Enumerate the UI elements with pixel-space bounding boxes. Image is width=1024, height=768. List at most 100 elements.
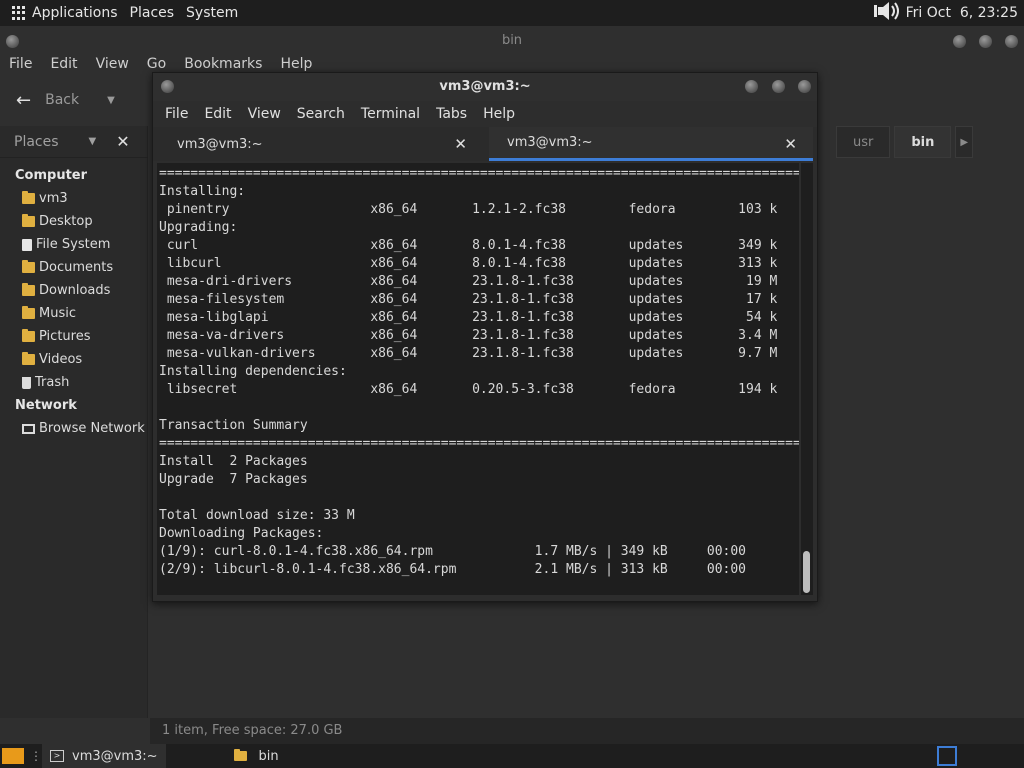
sidebar-item-browse-network[interactable]: Browse Network <box>0 417 148 440</box>
term-menu-help[interactable]: Help <box>475 106 523 122</box>
terminal-line: Installing: <box>159 184 246 199</box>
top-panel: Applications Places System Fri Oct 6, 23… <box>0 0 1024 26</box>
network-section-header: Network <box>15 398 77 413</box>
terminal-window: vm3@vm3:~ File Edit View Search Terminal… <box>152 72 818 602</box>
terminal-maximize-button[interactable] <box>772 80 785 93</box>
folder-icon <box>22 352 35 365</box>
terminal-line: Upgrading: <box>159 220 238 235</box>
folder-icon <box>22 306 35 319</box>
file-manager-title: bin <box>501 33 523 48</box>
fm-menu-view[interactable]: View <box>87 56 138 78</box>
terminal-line: libcurl x86_64 8.0.1-4.fc38 updates 313 … <box>159 256 778 271</box>
terminal-tab-1[interactable]: vm3@vm3:~ ✕ <box>159 127 483 161</box>
sidebar-item-label: Music <box>39 306 76 321</box>
terminal-line: ========================================… <box>159 166 799 181</box>
drive-icon <box>22 238 32 251</box>
terminal-line: ========================================… <box>159 436 799 451</box>
terminal-titlebar[interactable]: vm3@vm3:~ <box>153 73 817 101</box>
fm-menu-file[interactable]: File <box>0 56 41 78</box>
sidebar-item-label: Trash <box>35 375 70 390</box>
sidebar-item-label: Downloads <box>39 283 111 298</box>
workspace-switcher[interactable] <box>937 746 957 766</box>
sidebar-item-desktop[interactable]: Desktop <box>0 210 148 233</box>
back-arrow-icon[interactable]: ← <box>16 90 31 111</box>
terminal-line: libsecret x86_64 0.20.5-3.fc38 fedora 19… <box>159 382 778 397</box>
sidebar-item-label: File System <box>36 237 111 252</box>
show-desktop-icon[interactable] <box>2 748 24 764</box>
folder-icon <box>233 749 247 761</box>
clock[interactable]: Fri Oct 6, 23:25 <box>906 5 1018 21</box>
terminal-line: Transaction Summary <box>159 418 308 433</box>
minimize-button[interactable] <box>953 35 966 48</box>
terminal-line: Install 2 Packages <box>159 454 308 469</box>
file-manager-titlebar[interactable]: bin <box>0 26 1024 56</box>
sidebar-item-documents[interactable]: Documents <box>0 256 148 279</box>
places-sidebar: Places ▼ ✕ Computer vm3 Desktop File Sys… <box>0 126 148 718</box>
close-tab-icon[interactable]: ✕ <box>784 135 797 153</box>
term-menu-terminal[interactable]: Terminal <box>353 106 428 122</box>
term-menu-edit[interactable]: Edit <box>196 106 239 122</box>
sidebar-item-downloads[interactable]: Downloads <box>0 279 148 302</box>
places-selector-label[interactable]: Places <box>14 134 59 150</box>
places-dropdown-icon[interactable]: ▼ <box>89 136 97 147</box>
terminal-text: ========================================… <box>157 165 799 579</box>
terminal-scrollbar[interactable] <box>801 163 813 595</box>
status-bar: 1 item, Free space: 27.0 GB <box>150 718 1024 744</box>
back-button-label[interactable]: Back <box>45 92 79 108</box>
terminal-line: mesa-dri-drivers x86_64 23.1.8-1.fc38 up… <box>159 274 778 289</box>
maximize-button[interactable] <box>979 35 992 48</box>
places-menu[interactable]: Places <box>124 0 181 26</box>
sidebar-item-pictures[interactable]: Pictures <box>0 325 148 348</box>
terminal-close-button[interactable] <box>798 80 811 93</box>
places-menu-label: Places <box>129 5 175 21</box>
terminal-minimize-button[interactable] <box>745 80 758 93</box>
sidebar-item-label: Documents <box>39 260 114 275</box>
fm-menu-edit[interactable]: Edit <box>41 56 86 78</box>
sidebar-item-videos[interactable]: Videos <box>0 348 148 371</box>
terminal-icon: > <box>50 750 64 762</box>
path-button-bin[interactable]: bin <box>894 126 952 158</box>
file-manager-toolbar: ← Back ▼ <box>0 82 150 118</box>
system-menu[interactable]: System <box>180 0 244 26</box>
tab-label: vm3@vm3:~ <box>507 135 593 150</box>
terminal-line: curl x86_64 8.0.1-4.fc38 updates 349 k <box>159 238 778 253</box>
handle-icon[interactable]: ⋮ <box>30 749 42 763</box>
terminal-tab-2[interactable]: vm3@vm3:~ ✕ <box>489 127 813 161</box>
applications-menu[interactable]: Applications <box>0 0 124 26</box>
close-sidebar-icon[interactable]: ✕ <box>116 132 129 151</box>
computer-section-header: Computer <box>15 168 88 183</box>
terminal-line: Downloading Packages: <box>159 526 324 541</box>
sidebar-item-label: Pictures <box>39 329 91 344</box>
trash-icon <box>22 376 31 389</box>
places-header: Places ▼ ✕ <box>0 126 148 158</box>
sidebar-item-music[interactable]: Music <box>0 302 148 325</box>
path-button-usr[interactable]: usr <box>836 126 891 158</box>
back-dropdown-icon[interactable]: ▼ <box>107 95 115 106</box>
sidebar-item-trash[interactable]: Trash <box>0 371 148 394</box>
close-button[interactable] <box>1005 35 1018 48</box>
taskbar-item-terminal[interactable]: > vm3@vm3:~ <box>42 744 166 768</box>
sidebar-item-vm3[interactable]: vm3 <box>0 187 148 210</box>
term-menu-view[interactable]: View <box>240 106 289 122</box>
system-menu-label: System <box>186 5 239 21</box>
term-menu-search[interactable]: Search <box>289 106 353 122</box>
folder-icon <box>22 260 35 273</box>
sidebar-item-label: vm3 <box>39 191 68 206</box>
terminal-title: vm3@vm3:~ <box>439 79 531 94</box>
term-menu-tabs[interactable]: Tabs <box>428 106 475 122</box>
close-tab-icon[interactable]: ✕ <box>454 135 467 153</box>
terminal-line: mesa-va-drivers x86_64 23.1.8-1.fc38 upd… <box>159 328 778 343</box>
speaker-icon[interactable] <box>873 1 900 25</box>
sidebar-item-file-system[interactable]: File System <box>0 233 148 256</box>
path-forward-chevron-icon[interactable]: ▶ <box>955 126 974 158</box>
taskbar-item-file-manager[interactable]: bin <box>226 744 287 768</box>
home-folder-icon <box>22 191 35 204</box>
terminal-line: (1/9): curl-8.0.1-4.fc38.x86_64.rpm 1.7 … <box>159 544 746 559</box>
folder-icon <box>22 283 35 296</box>
terminal-menubar: File Edit View Search Terminal Tabs Help <box>153 101 523 127</box>
folder-icon <box>22 214 35 227</box>
scrollbar-thumb[interactable] <box>803 551 810 593</box>
status-area: Fri Oct 6, 23:25 <box>873 0 1018 26</box>
terminal-output[interactable]: ========================================… <box>157 163 799 595</box>
term-menu-file[interactable]: File <box>157 106 196 122</box>
